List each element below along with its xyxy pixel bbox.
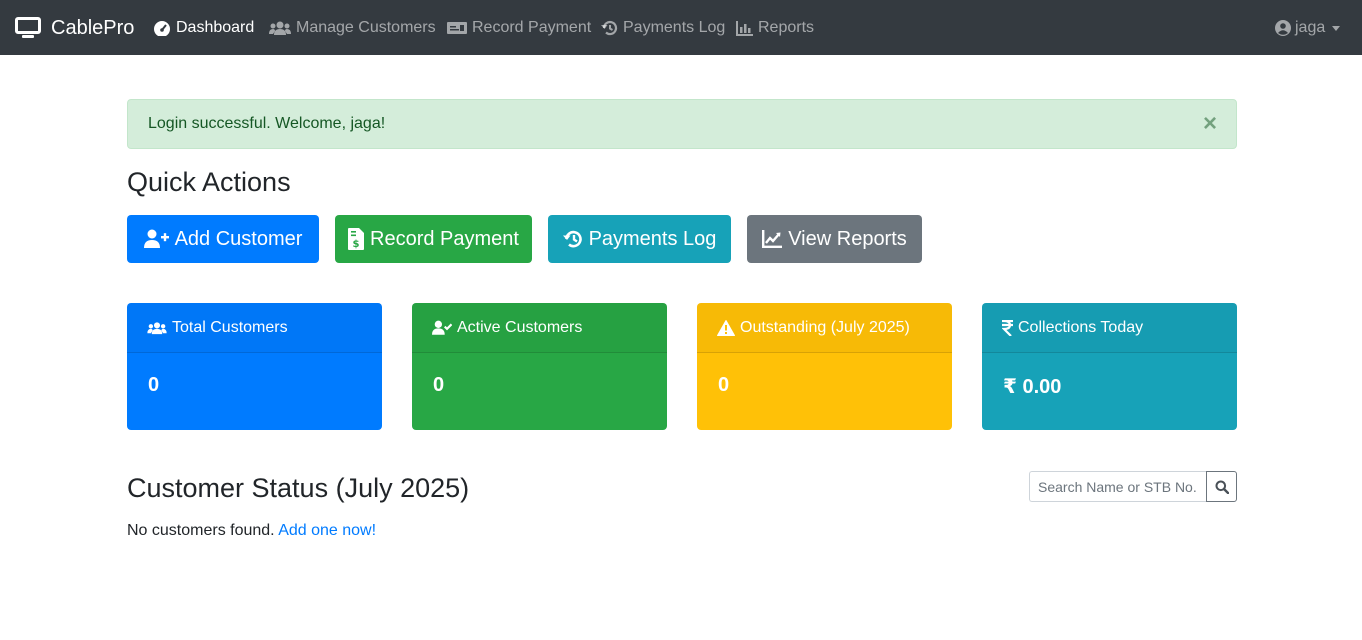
search-icon [1215, 480, 1229, 494]
money-bill-icon [447, 22, 467, 34]
user-check-icon [432, 320, 452, 335]
alert-message: Login successful. Welcome, jaga! [148, 115, 386, 132]
add-customer-label: Add Customer [174, 227, 303, 250]
card-header: Collections Today [982, 303, 1237, 353]
user-circle-icon [1275, 20, 1291, 36]
card-label: Collections Today [1018, 318, 1144, 336]
empty-state: No customers found. Add one now! [127, 522, 376, 540]
nav-manage-customers-label: Manage Customers [296, 19, 436, 36]
chart-line-icon [762, 230, 783, 248]
search-button[interactable] [1206, 471, 1237, 502]
history-icon [601, 20, 618, 36]
svg-text:$: $ [353, 239, 360, 250]
tachometer-icon [154, 21, 170, 36]
nav-reports-label: Reports [758, 19, 815, 36]
payments-log-label: Payments Log [588, 227, 717, 250]
nav-dashboard[interactable]: Dashboard [153, 17, 254, 39]
history-icon [562, 230, 582, 248]
user-plus-icon [143, 229, 169, 248]
empty-message: No customers found. [127, 522, 275, 539]
top-navbar: CablePro Dashboard Manage Customers Reco… [0, 0, 1362, 55]
nav-manage-customers[interactable]: Manage Customers [269, 17, 436, 39]
user-menu-dropdown[interactable]: jaga [1275, 17, 1341, 39]
card-label: Total Customers [172, 318, 288, 336]
success-alert: Login successful. Welcome, jaga! × [127, 99, 1237, 149]
card-header: Total Customers [127, 303, 382, 353]
users-icon [269, 21, 291, 35]
username: jaga [1295, 19, 1326, 36]
nav-payments-log[interactable]: Payments Log [601, 17, 725, 39]
nav-payments-log-label: Payments Log [623, 19, 726, 36]
brand-name: CablePro [51, 16, 135, 39]
nav-dashboard-label: Dashboard [176, 19, 255, 36]
close-icon[interactable]: × [1200, 110, 1220, 137]
total-customers-card: Total Customers 0 [127, 303, 382, 430]
record-payment-label: Record Payment [370, 227, 519, 250]
search-input[interactable] [1029, 471, 1206, 502]
add-customer-button[interactable]: Add Customer [127, 215, 319, 263]
view-reports-label: View Reports [788, 227, 907, 250]
file-invoice-dollar-icon: $ [348, 228, 365, 250]
card-header: Active Customers [412, 303, 667, 353]
chart-bar-icon [736, 20, 753, 36]
active-customers-card: Active Customers 0 [412, 303, 667, 430]
search-form [1029, 471, 1237, 502]
card-value: 0 [148, 374, 160, 396]
caret-down-icon [1332, 25, 1341, 31]
rupee-icon [1002, 319, 1013, 336]
monitor-icon [15, 17, 41, 38]
nav-record-payment[interactable]: Record Payment [447, 17, 591, 39]
card-value: ₹ 0.00 [1003, 376, 1062, 398]
card-label: Outstanding (July 2025) [740, 318, 910, 336]
view-reports-button[interactable]: View Reports [747, 215, 922, 263]
card-header: Outstanding (July 2025) [697, 303, 952, 353]
customer-status-title: Customer Status (July 2025) [127, 473, 470, 503]
brand-link[interactable]: CablePro [15, 14, 134, 42]
card-value: 0 [433, 374, 445, 396]
warning-icon [717, 319, 735, 336]
add-customer-link[interactable]: Add one now! [278, 522, 376, 539]
card-label: Active Customers [457, 318, 583, 336]
nav-record-payment-label: Record Payment [472, 19, 592, 36]
payments-log-button[interactable]: Payments Log [548, 215, 731, 263]
record-payment-button[interactable]: $ Record Payment [335, 215, 532, 263]
quick-actions-title: Quick Actions [127, 167, 291, 197]
card-value: 0 [718, 374, 730, 396]
collections-today-card: Collections Today ₹ 0.00 [982, 303, 1237, 430]
nav-reports[interactable]: Reports [736, 17, 814, 39]
outstanding-card: Outstanding (July 2025) 0 [697, 303, 952, 430]
users-icon [147, 321, 167, 334]
